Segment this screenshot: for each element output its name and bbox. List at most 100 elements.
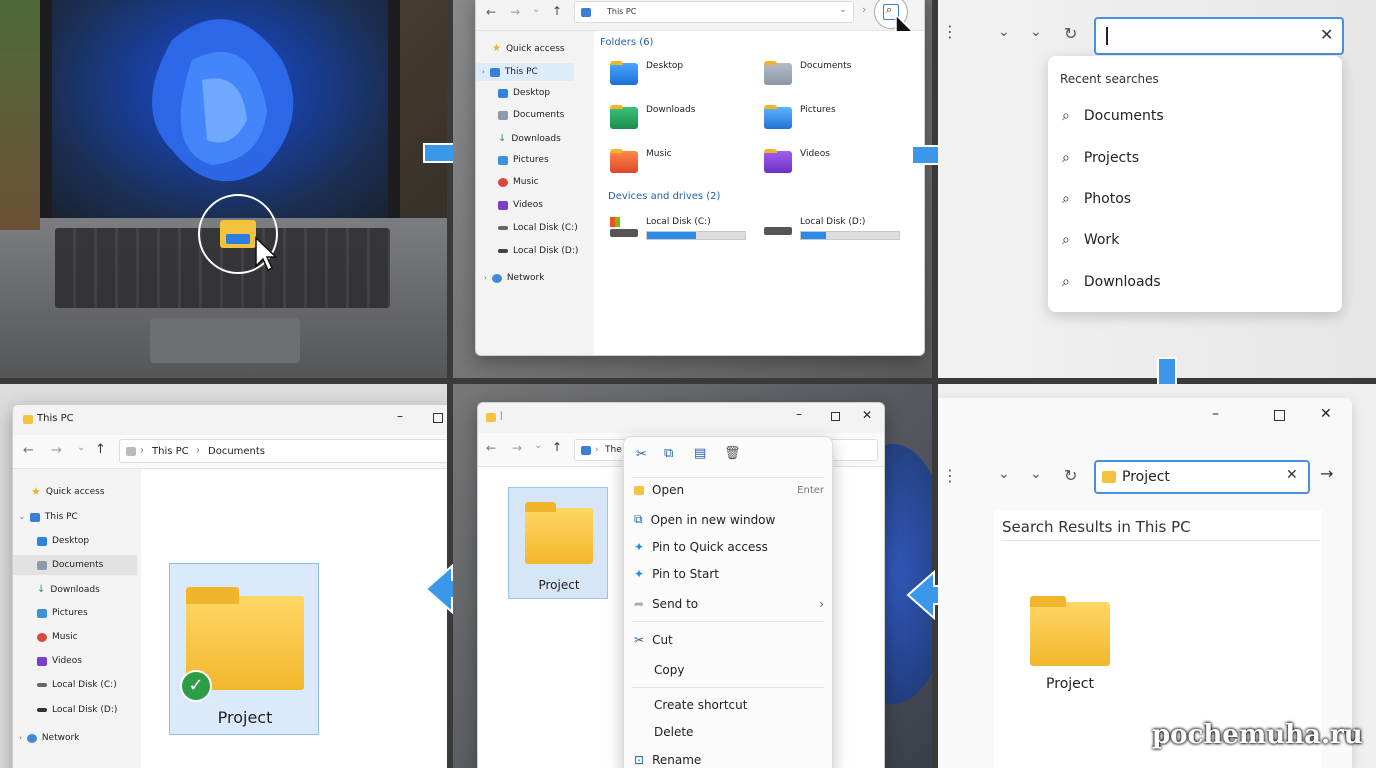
nav-network[interactable]: › Network	[19, 733, 79, 743]
minimize-icon[interactable]: –	[397, 409, 403, 423]
chevron-down-icon[interactable]: ⌄	[534, 440, 542, 451]
recent-item[interactable]: ⌕ Projects	[1062, 150, 1139, 166]
maximize-icon[interactable]	[1274, 410, 1285, 421]
nav-desktop[interactable]: Desktop	[37, 536, 89, 546]
nav-network[interactable]: › Network	[484, 273, 544, 283]
nav-downloads[interactable]: ↓ Downloads	[37, 584, 100, 595]
nav-music[interactable]: Music	[498, 177, 539, 187]
chevron-down-icon[interactable]: ⌄	[1030, 466, 1042, 482]
refresh-icon[interactable]: ↻	[1064, 24, 1077, 43]
nav-local-disk-c[interactable]: Local Disk (C:)	[37, 680, 117, 690]
search-input[interactable]: ✕	[1094, 17, 1344, 55]
recent-item[interactable]: ⌕ Downloads	[1062, 274, 1161, 290]
minimize-icon[interactable]: –	[796, 407, 802, 421]
recent-item[interactable]: ⌕ Photos	[1062, 191, 1131, 207]
menu-rename[interactable]: ⊡ Rename	[634, 753, 701, 767]
nav-this-pc[interactable]: › This PC	[476, 63, 574, 81]
nav-documents[interactable]: Documents	[498, 110, 564, 120]
close-icon[interactable]: ✕	[1286, 467, 1298, 483]
nav-videos[interactable]: Videos	[37, 656, 82, 666]
videos-icon	[498, 200, 508, 210]
nav-desktop[interactable]: Desktop	[498, 88, 550, 98]
star-icon: ★	[31, 485, 41, 498]
nav-pictures[interactable]: Pictures	[498, 155, 549, 165]
forward-icon[interactable]: →	[51, 443, 62, 458]
menu-open[interactable]: Open Enter	[634, 483, 824, 497]
chevron-down-icon[interactable]: ⌄	[1030, 24, 1042, 40]
menu-send-to[interactable]: ➦ Send to ›	[634, 597, 824, 611]
nav-quick-access[interactable]: ★ Quick access	[492, 43, 565, 54]
menu-delete[interactable]: Delete	[634, 725, 693, 739]
watermark: pochemuha.ru	[1152, 720, 1363, 750]
forward-icon[interactable]: →	[512, 441, 522, 455]
copy-icon[interactable]: ⧉	[664, 446, 673, 461]
nav-local-disk-d[interactable]: Local Disk (D:)	[498, 246, 578, 256]
folder-icon	[486, 413, 496, 422]
up-icon[interactable]: ↑	[552, 4, 562, 18]
folder-tile-project[interactable]: Project	[508, 487, 608, 599]
nav-local-disk-d[interactable]: Local Disk (D:)	[37, 705, 117, 715]
chevron-down-icon[interactable]: ⌄	[998, 466, 1010, 482]
content-area: ✓ Project	[141, 469, 447, 768]
menu-pin-start[interactable]: ✦ Pin to Start	[634, 567, 719, 581]
cut-icon: ✂	[634, 633, 645, 647]
chevron-down-icon[interactable]: ⌄	[77, 442, 85, 453]
nav-downloads[interactable]: ↓ Downloads	[498, 133, 561, 144]
recent-item[interactable]: ⌕ Documents	[1062, 108, 1164, 124]
title-bar: This PC –	[13, 405, 447, 435]
nav-local-disk-c[interactable]: Local Disk (C:)	[498, 223, 578, 233]
nav-this-pc[interactable]: ⌄ This PC	[19, 512, 78, 522]
breadcrumb[interactable]: › This PC › Documents	[119, 439, 447, 463]
search-icon: ⌕	[1062, 150, 1070, 166]
up-icon[interactable]: ↑	[552, 440, 562, 454]
minimize-icon[interactable]: –	[1212, 406, 1219, 422]
pc-icon	[581, 446, 591, 455]
back-icon[interactable]: ←	[486, 441, 496, 455]
nav-music[interactable]: Music	[37, 632, 78, 642]
search-icon: ⌕	[1062, 274, 1070, 290]
shortcut-hint: Enter	[797, 484, 824, 496]
file-explorer-icon[interactable]	[220, 216, 256, 248]
search-value: Project	[1122, 469, 1170, 485]
nav-quick-access[interactable]: ★ Quick access	[31, 485, 105, 498]
chevron-down-icon[interactable]: ⌄	[532, 4, 540, 15]
up-icon[interactable]: ↑	[95, 442, 106, 457]
nav-documents[interactable]: Documents	[13, 555, 137, 575]
arrow-go-icon[interactable]: →	[1320, 464, 1333, 483]
menu-cut[interactable]: ✂ Cut	[634, 633, 673, 647]
folders-header[interactable]: Folders (6)	[600, 37, 653, 48]
desktop-wallpaper	[52, 0, 388, 218]
drive-usage-bar-d	[800, 231, 900, 240]
nav-videos[interactable]: Videos	[498, 200, 543, 210]
nav-pictures[interactable]: Pictures	[37, 608, 88, 618]
cut-icon[interactable]: ✂	[636, 447, 647, 462]
close-icon[interactable]: ✕	[1320, 406, 1332, 422]
pc-icon	[126, 447, 136, 456]
menu-pin-quick-access[interactable]: ✦ Pin to Quick access	[634, 540, 768, 554]
back-icon[interactable]: ←	[486, 5, 496, 19]
address-bar[interactable]: This PC ⌄	[574, 1, 854, 23]
paste-icon[interactable]: ▤	[694, 446, 706, 461]
menu-copy[interactable]: Copy	[634, 663, 684, 677]
delete-icon[interactable]: 🗑	[724, 446, 741, 461]
close-icon[interactable]: ✕	[862, 408, 872, 422]
crumb-documents[interactable]: Documents	[208, 446, 265, 457]
nav-pane: ★ Quick access › This PC Desktop Documents…	[476, 31, 594, 355]
search-input[interactable]: Project ✕	[1094, 460, 1310, 494]
forward-icon[interactable]: →	[510, 5, 520, 19]
drives-header[interactable]: Devices and drives (2)	[608, 191, 720, 202]
folder-tile-project[interactable]: ✓ Project	[169, 563, 319, 735]
menu-open-new-window[interactable]: ⧉ Open in new window	[634, 512, 775, 527]
desktop-icon	[37, 536, 47, 546]
content-area: Folders (6) Desktop Documents Downloads …	[594, 31, 924, 355]
recent-item[interactable]: ⌕ Work	[1062, 232, 1119, 248]
menu-create-shortcut[interactable]: Create shortcut	[634, 698, 747, 712]
crumb-this-pc[interactable]: This PC	[152, 446, 189, 457]
refresh-icon[interactable]: ↻	[1064, 466, 1077, 485]
videos-icon	[37, 656, 47, 666]
back-icon[interactable]: ←	[23, 443, 34, 458]
maximize-icon[interactable]	[831, 412, 840, 421]
close-icon[interactable]: ✕	[1320, 25, 1333, 44]
chevron-down-icon[interactable]: ⌄	[998, 24, 1010, 40]
maximize-icon[interactable]	[433, 413, 443, 423]
